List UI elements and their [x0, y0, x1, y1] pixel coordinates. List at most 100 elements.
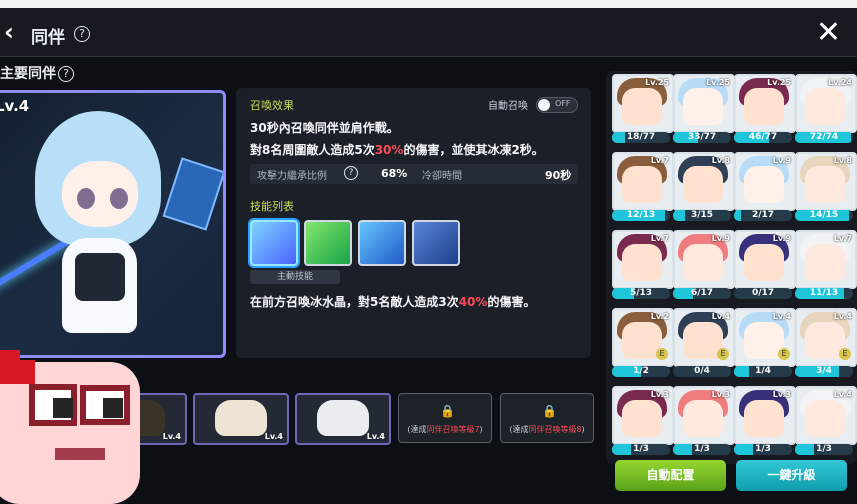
companion-progress-bar: 12/13 [612, 210, 670, 221]
shield-skill-icon[interactable] [412, 220, 460, 266]
locked-slot-1-requirement: 同伴召喚等級7 [426, 425, 480, 434]
companion-face-icon [683, 166, 723, 203]
skill-description-prefix: 在前方召喚冰水晶，對5名敵人造成3次 [250, 295, 459, 309]
companion-slot-3[interactable]: Lv.4 [295, 393, 391, 445]
cooldown-value: 90秒 [545, 169, 572, 182]
progress-text: 2/17 [751, 210, 775, 220]
companion-card[interactable]: Lv.24 [795, 74, 857, 133]
progress-text: 6/17 [690, 288, 714, 298]
summon-stat-bar: 攻擊力繼承比例 ? 68% 冷卻時間 90秒 [250, 164, 578, 184]
progress-text: 46/77 [748, 132, 778, 142]
locked-slot-2-suffix: ) [581, 425, 585, 434]
help-icon[interactable]: ? [74, 26, 90, 42]
companion-progress-bar: 1/3 [795, 444, 853, 455]
summon-effect-line-2-prefix: 對8名周圍敵人造成5次 [250, 143, 375, 157]
companion-progress-bar: 3/15 [673, 210, 731, 221]
ice-book-icon [162, 157, 223, 231]
companion-level: Lv.8 [833, 156, 852, 165]
companion-level: Lv.7 [650, 156, 669, 165]
companion-card[interactable]: Lv.3 [734, 386, 796, 445]
companion-progress-bar: 18/77 [612, 132, 670, 143]
tree-skill-icon[interactable] [304, 220, 352, 266]
skill-description: 在前方召喚冰水晶，對5名敵人造成3次40%的傷害。 [250, 293, 535, 310]
toggle-knob [538, 99, 550, 111]
progress-text: 12/13 [626, 210, 656, 220]
companion-card[interactable]: Lv.3 [612, 386, 674, 445]
one-click-upgrade-button[interactable]: 一鍵升級 [736, 460, 847, 491]
companion-face-icon [622, 88, 662, 125]
companion-card[interactable]: Lv.3 [673, 386, 735, 445]
companion-progress-bar: 3/4 [795, 366, 853, 377]
companion-card[interactable]: Lv.2 E [612, 308, 674, 367]
main-companion-help-icon[interactable]: ? [58, 66, 74, 82]
companion-progress-bar: 11/13 [795, 288, 853, 299]
companion-card[interactable]: Lv.7 [612, 230, 674, 289]
summon-effect-title: 召喚效果 [250, 99, 294, 112]
companion-progress-bar: 2/17 [734, 210, 792, 221]
companion-card[interactable]: Lv.25 [734, 74, 796, 133]
right-eye [110, 188, 128, 209]
companion-card[interactable]: Lv.25 [673, 74, 735, 133]
auto-summon-label: 自動召喚 [488, 101, 528, 112]
auto-summon-toggle[interactable]: OFF [536, 97, 578, 113]
companion-card[interactable]: Lv.8 [673, 152, 735, 211]
companion-card[interactable]: Lv.9 [673, 230, 735, 289]
companion-card[interactable]: Lv.4 E [734, 308, 796, 367]
auto-arrange-button[interactable]: 自動配置 [615, 460, 726, 491]
companion-level: Lv.4 [833, 312, 852, 321]
companion-progress-bar: 1/2 [612, 366, 670, 377]
pixel-pet-icon [0, 350, 140, 504]
back-button[interactable]: ‹ [4, 18, 14, 46]
companion-progress-bar: 0/4 [673, 366, 731, 377]
progress-text: 1/3 [816, 444, 832, 454]
summon-effect-line-2: 對8名周圍敵人造成5次30%的傷害，並使其冰凍2秒。 [250, 141, 544, 158]
companion-face-icon [622, 166, 662, 203]
summon-effect-line-2-suffix: 的傷害，並使其冰凍2秒。 [403, 143, 544, 157]
companion-card[interactable]: Lv.7 [612, 152, 674, 211]
left-eye [77, 188, 95, 209]
companion-progress-bar: 6/17 [673, 288, 731, 299]
companion-slot-2[interactable]: Lv.4 [193, 393, 289, 445]
companion-card[interactable]: Lv.4 [795, 386, 857, 445]
equipped-badge: E [656, 348, 668, 360]
companion-face-icon [805, 244, 845, 281]
main-companion-portrait[interactable]: Lv.4 [0, 90, 226, 358]
companion-card[interactable]: Lv.7 [795, 230, 857, 289]
ice-crystal-skill-icon[interactable] [250, 220, 298, 266]
slot-2-level: Lv.4 [264, 432, 283, 441]
companion-progress-bar: 1/3 [673, 444, 731, 455]
inherit-help-icon[interactable]: ? [344, 166, 358, 180]
companion-level: Lv.3 [772, 390, 791, 399]
progress-text: 5/13 [629, 288, 653, 298]
companion-grid-panel: Lv.25 18/77 Lv.25 33/77 Lv.25 46/77 Lv.24 72/74… [606, 71, 857, 464]
companion-card[interactable]: Lv.8 [795, 152, 857, 211]
close-button[interactable]: ✕ [816, 15, 841, 50]
skill-description-percent: 40% [458, 295, 488, 309]
companion-card[interactable]: Lv.9 [734, 152, 796, 211]
companion-level: Lv.4 [833, 390, 852, 399]
companion-level: Lv.25 [706, 78, 730, 87]
companion-face-icon [622, 244, 662, 281]
slot-3-level: Lv.4 [366, 432, 385, 441]
lock-icon: 🔒 [440, 404, 455, 418]
companion-card[interactable]: Lv.9 [734, 230, 796, 289]
companion-face-icon [683, 88, 723, 125]
progress-text: 1/3 [755, 444, 771, 454]
spin-skill-icon[interactable] [358, 220, 406, 266]
companion-card[interactable]: Lv.25 [612, 74, 674, 133]
companion-card[interactable]: Lv.4 E [673, 308, 735, 367]
active-skill-label: 主動技能 [250, 270, 340, 284]
progress-text: 0/4 [694, 366, 710, 376]
companion-progress-bar: 1/3 [612, 444, 670, 455]
companion-progress-bar: 5/13 [612, 288, 670, 299]
companion-card[interactable]: Lv.4 E [795, 308, 857, 367]
inherit-rate-label: 攻擊力繼承比例 [257, 171, 327, 182]
locked-slot-1[interactable]: 🔒 (達成同伴召喚等級7) [398, 393, 492, 443]
top-white-strip [0, 0, 857, 8]
locked-slot-1-text: (達成同伴召喚等級7) [399, 424, 491, 435]
progress-text: 3/4 [816, 366, 832, 376]
locked-slot-2-prefix: (達成 [509, 425, 529, 434]
companion-progress-bar: 33/77 [673, 132, 731, 143]
locked-slot-2[interactable]: 🔒 (達成同伴召喚等級8) [500, 393, 594, 443]
companion-level: Lv.2 [650, 312, 669, 321]
